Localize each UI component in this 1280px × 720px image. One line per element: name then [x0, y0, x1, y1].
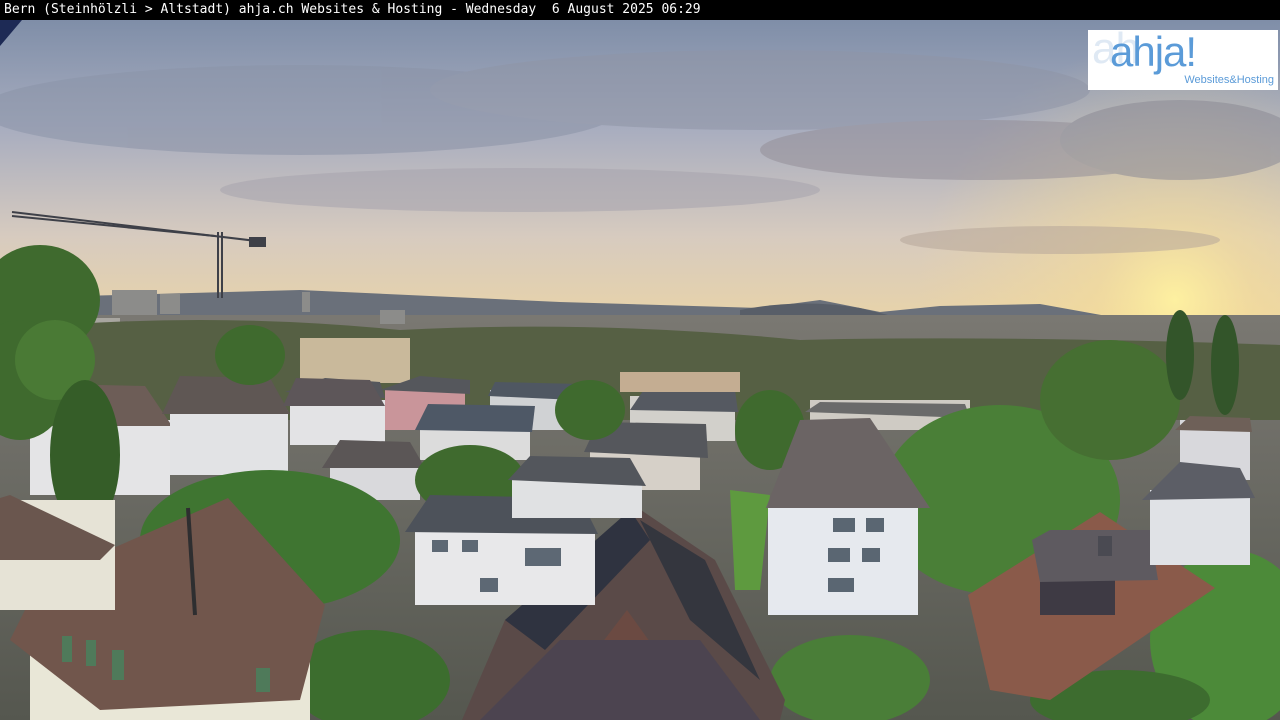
- webcam-view: Bern (Steinhölzli > Altstadt) ahja.ch We…: [0, 0, 1280, 720]
- logo-tagline: Websites&Hosting: [1184, 74, 1274, 86]
- ahja-logo[interactable]: ah ahja! Websites&Hosting: [1088, 30, 1278, 90]
- city-panorama-image: [0, 20, 1280, 720]
- logo-wordmark: ahja!: [1110, 30, 1197, 75]
- webcam-caption: Bern (Steinhölzli > Altstadt) ahja.ch We…: [0, 0, 1280, 20]
